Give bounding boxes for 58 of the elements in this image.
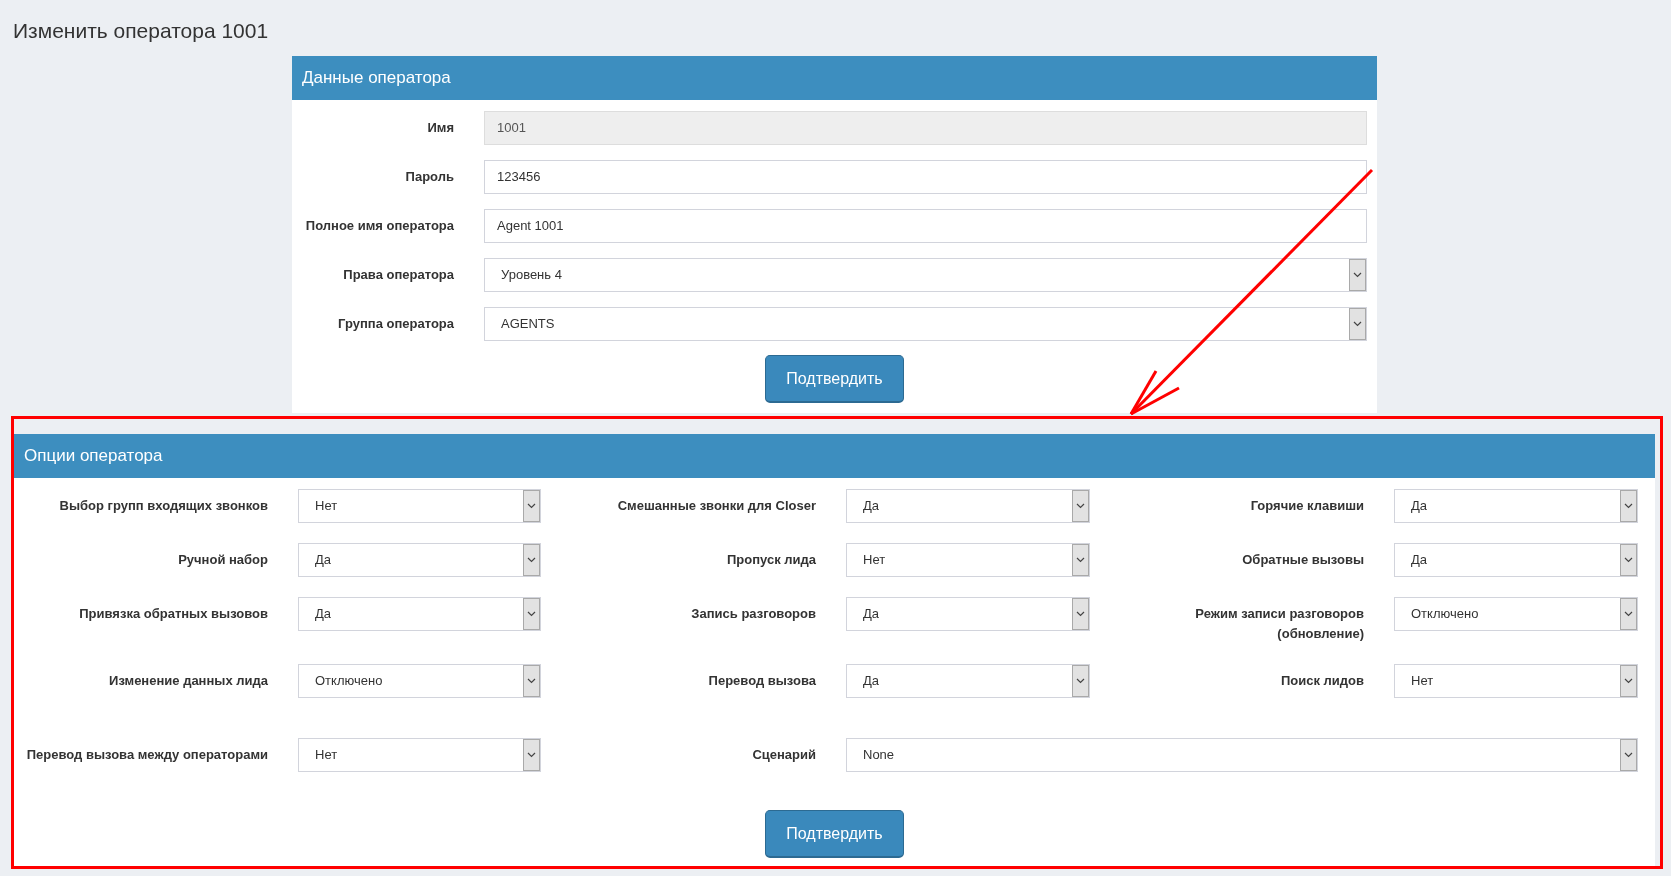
text-field[interactable]: 123456 [484, 160, 1367, 194]
dropdown-select[interactable]: Да [1394, 489, 1638, 523]
field-label: Горячие клавиши [1249, 497, 1364, 515]
page-title: Изменить оператора 1001 [13, 18, 269, 44]
chevron-down-icon [523, 739, 540, 771]
dropdown-select[interactable]: Да [846, 489, 1090, 523]
field-label: Имя [426, 119, 454, 138]
field-label: Выбор групп входящих звонков [58, 497, 268, 515]
chevron-down-icon [1620, 544, 1637, 576]
field-label: Права оператора [342, 266, 454, 285]
field-label: Пароль [404, 168, 454, 187]
chevron-down-icon [523, 544, 540, 576]
panel-title: Данные оператора [302, 67, 451, 90]
chevron-down-icon [1620, 665, 1637, 697]
dropdown-select[interactable]: Нет [846, 543, 1090, 577]
chevron-down-icon [1072, 544, 1089, 576]
chevron-down-icon [1072, 598, 1089, 630]
field-label: Ручной набор [177, 551, 268, 569]
dropdown-select[interactable]: Да [298, 543, 541, 577]
submit-button[interactable]: Подтвердить [765, 355, 904, 403]
field-label: Перевод вызова [707, 672, 816, 690]
dropdown-select[interactable]: Да [1394, 543, 1638, 577]
dropdown-select[interactable]: Нет [1394, 664, 1638, 698]
field-label: Пропуск лида [725, 551, 816, 569]
dropdown-select[interactable]: None [846, 738, 1638, 772]
dropdown-select[interactable]: AGENTS [484, 307, 1367, 341]
dropdown-select[interactable]: Отключено [1394, 597, 1638, 631]
chevron-down-icon [523, 598, 540, 630]
field-label: Поиск лидов [1279, 672, 1364, 690]
dropdown-select[interactable]: Да [298, 597, 541, 631]
chevron-down-icon [1349, 308, 1366, 340]
dropdown-select[interactable]: Уровень 4 [484, 258, 1367, 292]
field-label: Группа оператора [337, 315, 454, 334]
dropdown-select[interactable]: Нет [298, 489, 541, 523]
field-label: Режим записи разговоров (обновление) [1194, 605, 1364, 643]
chevron-down-icon [523, 490, 540, 522]
dropdown-select[interactable]: Отключено [298, 664, 541, 698]
chevron-down-icon [1620, 739, 1637, 771]
field-label: Обратные вызовы [1241, 551, 1364, 569]
field-label: Полное имя оператора [304, 217, 454, 236]
panel-title: Опции оператора [24, 445, 163, 468]
field-label: Перевод вызова между операторами [25, 746, 268, 764]
field-label: Изменение данных лида [108, 672, 268, 690]
chevron-down-icon [1620, 490, 1637, 522]
field-label: Привязка обратных вызовов [78, 605, 268, 623]
submit-button[interactable]: Подтвердить [765, 810, 904, 858]
chevron-down-icon [1349, 259, 1366, 291]
chevron-down-icon [1072, 665, 1089, 697]
chevron-down-icon [1620, 598, 1637, 630]
chevron-down-icon [1072, 490, 1089, 522]
field-label: Сценарий [751, 746, 816, 764]
field-label: Смешанные звонки для Closer [616, 497, 816, 515]
field-label: Запись разговоров [690, 605, 816, 623]
dropdown-select[interactable]: Да [846, 664, 1090, 698]
dropdown-select[interactable]: Нет [298, 738, 541, 772]
text-field[interactable]: Agent 1001 [484, 209, 1367, 243]
chevron-down-icon [523, 665, 540, 697]
dropdown-select[interactable]: Да [846, 597, 1090, 631]
